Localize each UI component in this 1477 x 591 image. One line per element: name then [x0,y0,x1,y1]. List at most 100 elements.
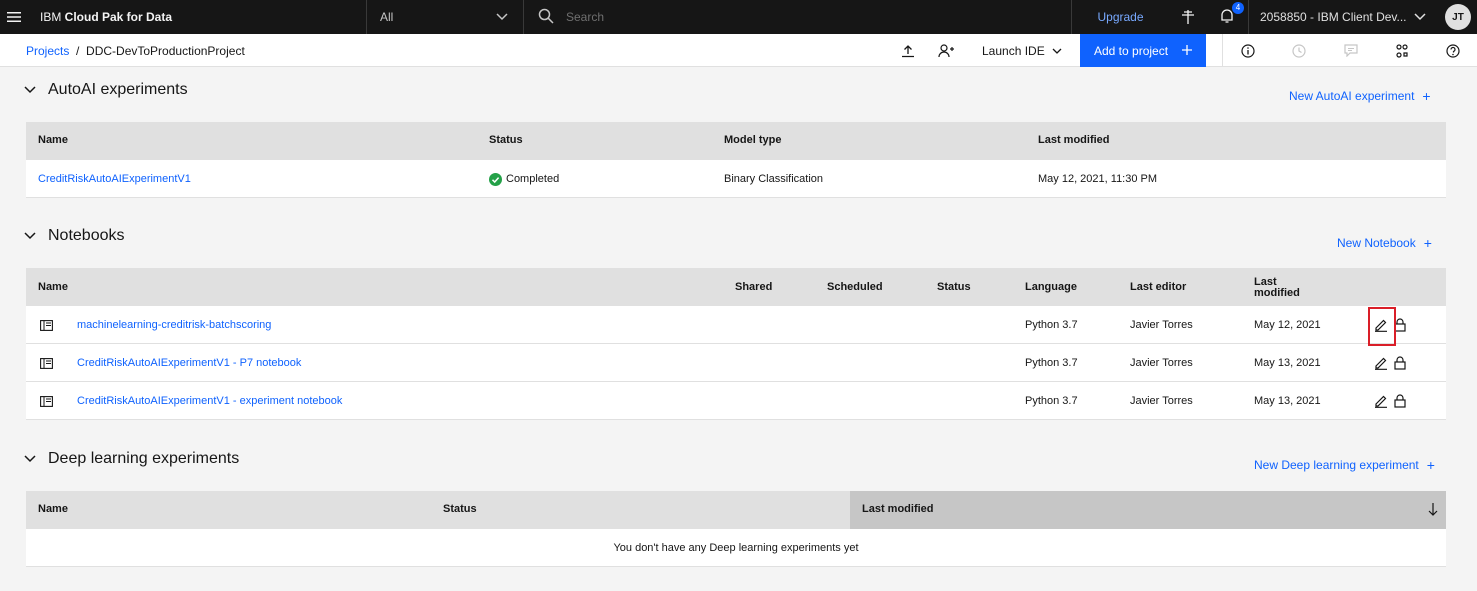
last-modified-cell: May 12, 2021, 11:30 PM [1038,173,1158,185]
col-language[interactable]: Language [1025,281,1077,293]
breadcrumb-separator [69,44,76,58]
table-row[interactable]: machinelearning-creditrisk-batchscoring … [26,306,1446,344]
highlight-box [1368,307,1396,346]
breadcrumb: Projects / DDC-DevToProductionProject [26,34,245,67]
plus-icon: + [1426,457,1435,473]
comment-icon[interactable] [1336,34,1366,67]
menu-icon[interactable] [0,0,28,34]
notifications-button[interactable]: 4 [1207,0,1247,34]
add-to-project-button[interactable]: Add to project [1080,34,1206,67]
new-notebook-label: New Notebook [1337,236,1416,250]
experiment-name-link[interactable]: CreditRiskAutoAIExperimentV1 [38,160,191,198]
toolbar-divider [1222,34,1223,67]
empty-state-message: You don't have any Deep learning experim… [26,529,1446,567]
search-scope-dropdown[interactable]: All [366,0,522,34]
help-icon[interactable] [1438,34,1468,67]
breadcrumb-current: DDC-DevToProductionProject [86,43,245,58]
top-navigation-bar: IBM Cloud Pak for Data All Search Upgrad… [0,0,1477,34]
col-last-editor[interactable]: Last editor [1130,281,1186,293]
avatar[interactable]: JT [1445,4,1471,30]
col-name[interactable]: Name [38,503,68,515]
checkmark-icon [489,172,502,186]
language-cell: Python 3.7 [1025,357,1078,369]
last-editor-cell: Javier Torres [1130,395,1193,407]
notebook-name-link[interactable]: CreditRiskAutoAIExperimentV1 - experimen… [77,382,342,420]
chevron-down-icon [496,10,508,24]
col-scheduled[interactable]: Scheduled [827,281,883,293]
chevron-down-icon [1052,44,1062,58]
upgrade-link[interactable]: Upgrade [1071,0,1169,34]
notebook-icon [40,344,53,382]
chevron-down-icon [24,227,36,245]
lock-icon[interactable] [1394,382,1406,420]
account-switcher[interactable]: 2058850 - IBM Client Dev... [1248,0,1434,34]
plus-icon: + [1423,235,1432,251]
model-type-cell: Binary Classification [724,173,824,185]
table-row[interactable]: CreditRiskAutoAIExperimentV1 - P7 notebo… [26,344,1446,382]
autoai-section-header[interactable]: AutoAI experiments [24,80,188,100]
edit-icon[interactable] [1374,344,1388,382]
search-placeholder: Search [566,10,605,24]
history-icon[interactable] [1284,34,1314,67]
new-autoai-label: New AutoAI experiment [1289,89,1415,103]
table-row[interactable]: CreditRiskAutoAIExperimentV1 - experimen… [26,382,1446,420]
notebooks-section-header[interactable]: Notebooks [24,226,125,246]
deep-learning-section-header[interactable]: Deep learning experiments [24,449,239,469]
notebook-name-link[interactable]: CreditRiskAutoAIExperimentV1 - P7 notebo… [77,344,301,382]
new-deep-learning-experiment-link[interactable]: New Deep learning experiment + [1254,457,1435,473]
breadcrumb-gap [79,44,86,58]
notebook-name-link[interactable]: machinelearning-creditrisk-batchscoring [77,306,271,344]
col-last-modified-sorted[interactable]: Last modified [850,491,1446,529]
add-user-icon[interactable] [931,34,961,67]
new-autoai-experiment-link[interactable]: New AutoAI experiment + [1289,88,1431,104]
search-icon [538,8,554,27]
col-status[interactable]: Status [443,503,477,515]
autoai-table: Name Status Model type Last modified Cre… [26,122,1446,198]
last-editor-cell: Javier Torres [1130,357,1193,369]
last-modified-cell: May 12, 2021 [1254,319,1321,331]
product-brand[interactable]: IBM Cloud Pak for Data [40,0,172,34]
col-status[interactable]: Status [937,281,971,293]
language-cell: Python 3.7 [1025,395,1078,407]
edit-icon[interactable] [1374,382,1388,420]
upload-icon[interactable] [893,34,923,67]
col-status[interactable]: Status [489,134,523,146]
chevron-down-icon [24,450,36,468]
breadcrumb-projects-link[interactable]: Projects [26,44,69,58]
col-shared[interactable]: Shared [735,281,772,293]
notebook-icon [40,382,53,420]
notification-badge: 4 [1232,1,1244,14]
settings-adjust-icon[interactable] [1387,34,1417,67]
chevron-down-icon [1414,10,1426,24]
plus-icon: + [1422,88,1431,104]
pin-icon[interactable] [1168,0,1208,34]
col-last-modified-line2[interactable]: modified [1254,287,1300,299]
table-row[interactable]: CreditRiskAutoAIExperimentV1 Completed B… [26,160,1446,198]
brand-name: Cloud Pak for Data [64,10,173,24]
search-input[interactable]: Search [523,0,1070,34]
launch-ide-dropdown[interactable]: Launch IDE [982,34,1062,67]
autoai-section-title: AutoAI experiments [48,81,188,98]
col-name[interactable]: Name [38,134,68,146]
lock-icon[interactable] [1394,344,1406,382]
last-modified-cell: May 13, 2021 [1254,395,1321,407]
col-model-type[interactable]: Model type [724,134,781,146]
new-notebook-link[interactable]: New Notebook + [1337,235,1432,251]
notebooks-table: Name Shared Scheduled Status Language La… [26,268,1446,420]
table-header: Name Status Last modified [26,491,1446,529]
sort-arrow-down-icon [1428,503,1438,519]
new-deep-learning-label: New Deep learning experiment [1254,458,1419,472]
status-cell: Completed [489,160,559,198]
project-header-bar: Projects / DDC-DevToProductionProject La… [0,34,1477,67]
col-last-modified[interactable]: Last modified [1038,134,1110,146]
notebooks-section-title: Notebooks [48,227,125,244]
bell-icon: 4 [1219,1,1244,27]
last-editor-cell: Javier Torres [1130,319,1193,331]
notebook-icon [40,306,53,344]
brand-prefix: IBM [40,10,65,24]
info-icon[interactable] [1233,34,1263,67]
col-last-modified-label: Last modified [862,503,934,515]
col-name[interactable]: Name [38,281,68,293]
launch-ide-label: Launch IDE [982,43,1045,58]
status-text: Completed [506,173,560,185]
